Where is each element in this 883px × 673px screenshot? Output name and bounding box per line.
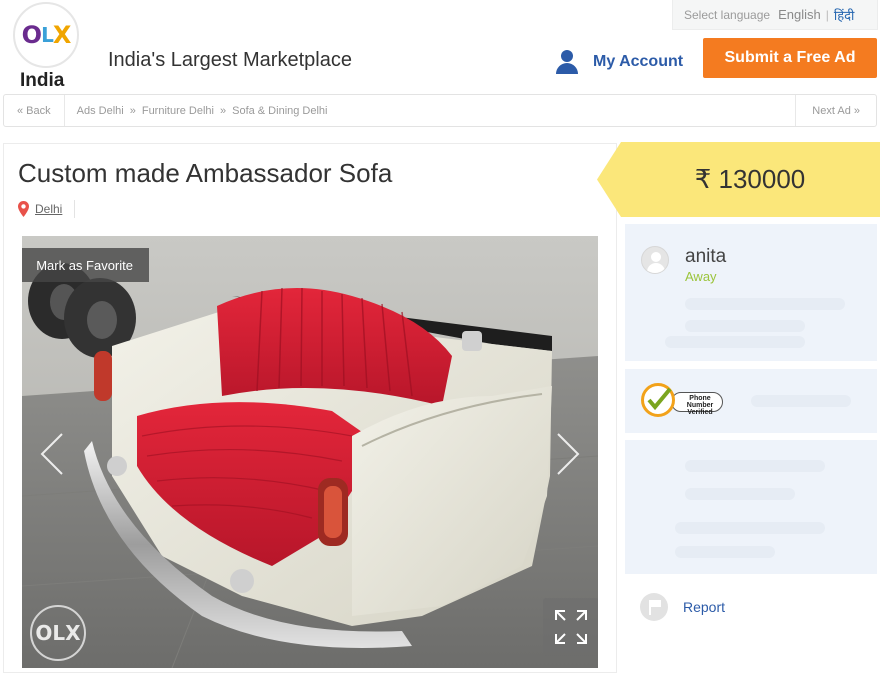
report-link[interactable]: Report — [640, 593, 725, 621]
my-account-label: My Account — [593, 53, 684, 70]
ad-detail-page: OLX India India's Largest Marketplace Se… — [0, 0, 883, 673]
ad-photo[interactable]: Mark as Favorite OLX — [22, 236, 598, 668]
logo-letter-l: L — [41, 23, 54, 47]
mark-favorite-button[interactable]: Mark as Favorite — [22, 248, 149, 282]
logo-country: India — [20, 70, 65, 91]
breadcrumb-item-sofa-dining-delhi[interactable]: Sofa & Dining Delhi — [232, 105, 327, 117]
chevron-right-icon[interactable] — [556, 432, 580, 476]
chevron-left-icon[interactable] — [40, 432, 64, 476]
breadcrumb-separator: » — [129, 104, 136, 117]
blurred-text — [675, 546, 775, 558]
sofa-photo-image — [22, 236, 598, 668]
back-link[interactable]: « Back — [4, 95, 65, 126]
expand-icon — [555, 610, 587, 644]
ad-location: Delhi — [18, 200, 76, 218]
seller-card: anita Away — [625, 224, 877, 361]
language-separator: | — [825, 7, 829, 22]
breadcrumb-item-furniture-delhi[interactable]: Furniture Delhi — [142, 105, 214, 117]
ad-title: Custom made Ambassador Sofa — [18, 158, 393, 188]
olx-watermark: OLX — [30, 605, 86, 661]
olx-logo-mark: OLX — [13, 2, 79, 68]
blurred-text — [685, 320, 805, 332]
location-city-link[interactable]: Delhi — [35, 202, 62, 216]
my-account-link[interactable]: My Account — [555, 50, 683, 74]
language-english-link[interactable]: English — [778, 7, 821, 22]
phone-verified-badge: Phone Number Verified — [641, 383, 727, 419]
breadcrumb-item-ads-delhi[interactable]: Ads Delhi — [77, 105, 124, 117]
report-label: Report — [683, 599, 726, 615]
avatar-icon — [641, 246, 669, 274]
check-icon — [641, 383, 675, 417]
seller-status: Away — [685, 269, 717, 284]
language-label: Select language — [684, 7, 771, 22]
logo-letter-x: X — [52, 21, 71, 49]
expand-photo-button[interactable] — [543, 598, 598, 656]
contact-card — [625, 440, 877, 574]
pin-icon — [18, 201, 29, 217]
ad-panel: Custom made Ambassador Sofa Delhi Mark a… — [3, 143, 617, 673]
logo-letter-o: O — [21, 21, 42, 49]
flag-icon — [640, 593, 668, 621]
breadcrumb: « Back Ads Delhi » Furniture Delhi » Sof… — [3, 94, 877, 127]
blurred-text — [685, 298, 845, 310]
olx-logo[interactable]: OLX India — [12, 2, 82, 94]
phone-verified-card: Phone Number Verified — [625, 369, 877, 433]
blurred-text — [685, 488, 795, 500]
submit-free-ad-button[interactable]: Submit a Free Ad — [703, 38, 877, 78]
next-ad-link[interactable]: Next Ad » — [795, 95, 876, 126]
language-hindi-link[interactable]: हिंदी — [834, 6, 855, 24]
language-selector: Select language English | हिंदी — [672, 0, 878, 30]
site-tagline: India's Largest Marketplace — [108, 49, 352, 71]
location-divider — [74, 200, 76, 218]
seller-name[interactable]: anita — [685, 246, 726, 268]
phone-verified-label: Phone Number Verified — [671, 392, 723, 416]
ad-price: ₹ 130000 — [694, 164, 806, 194]
blurred-text — [665, 336, 805, 348]
breadcrumb-separator: » — [219, 104, 227, 117]
blurred-text — [675, 522, 825, 534]
user-icon — [555, 50, 579, 74]
blurred-text — [685, 460, 825, 472]
blurred-text — [751, 395, 851, 407]
breadcrumb-path: Ads Delhi » Furniture Delhi » Sofa & Din… — [65, 105, 328, 117]
